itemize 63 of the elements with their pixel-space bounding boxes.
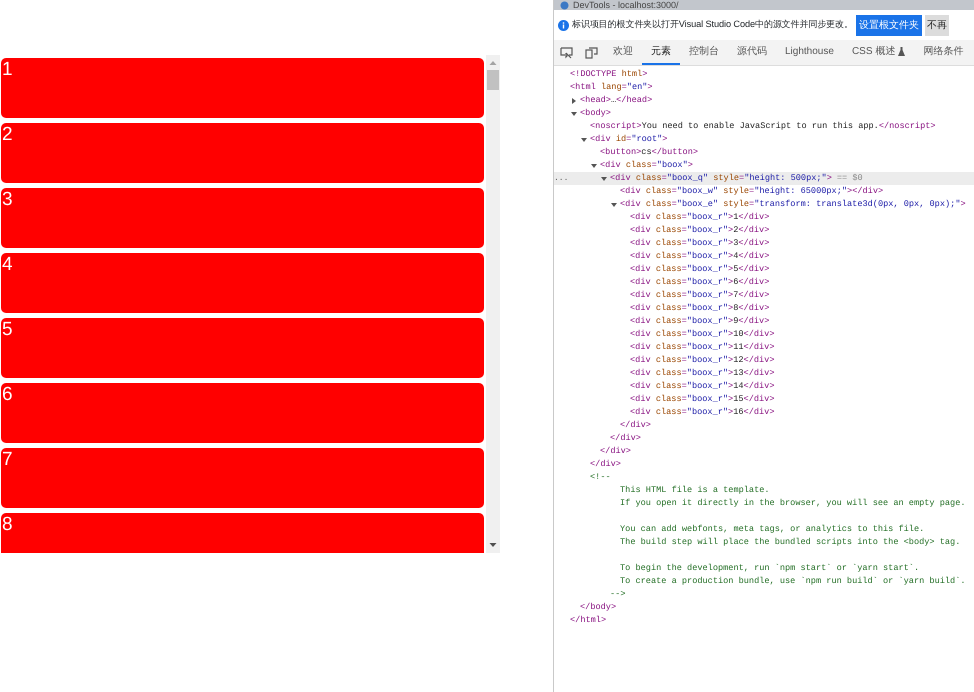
list-row: 1 (1, 58, 484, 118)
devtools-tab[interactable]: 欢迎 (604, 40, 642, 65)
code-line: <div class="boox_w" style="height: 65000px;"></div> (620, 185, 884, 198)
code-line: <!DOCTYPE html> (570, 68, 648, 81)
selected-node-marker: == $0 (836, 172, 863, 185)
code-line: <div class="boox_r">4</div> (630, 250, 770, 263)
devtools-tab[interactable]: Lighthouse (776, 40, 843, 65)
comment-line: --> (610, 588, 626, 601)
list-row: 3 (1, 188, 484, 248)
comment-line: If you open it directly in the browser, you will see an empty page. (620, 497, 966, 510)
devtools-tab[interactable]: CSS 概述 (842, 40, 914, 65)
comment-line: To create a production bundle, use `npm run build` or `yarn build`. (620, 575, 966, 588)
code-line: <div id="root"> (590, 133, 668, 146)
row-gutter-marker: ... (554, 173, 566, 185)
code-line: <div class="boox_r">7</div> (630, 289, 770, 302)
list-row: 7 (1, 448, 484, 508)
code-line: <body> (580, 107, 611, 120)
infobar-button[interactable]: 设置根文件夹 (856, 14, 922, 36)
comment-line: You can add webfonts, meta tags, or analytics to this file. (620, 523, 924, 536)
devtools-tab[interactable]: 源代码 (728, 40, 776, 65)
code-line: </div> (620, 419, 651, 432)
code-line: <div class="boox_r">8</div> (630, 302, 770, 315)
window-title: DevTools - localhost:3000/ (573, 0, 679, 10)
code-line: <div class="boox_r">9</div> (630, 315, 770, 328)
code-line: <div class="boox_r">15</div> (630, 393, 775, 406)
code-line: <div class="boox_r">12</div> (630, 354, 775, 367)
code-line: <div class="boox_r">3</div> (630, 237, 770, 250)
list-row: 5 (1, 318, 484, 378)
list-row: 6 (1, 383, 484, 443)
code-line: </html> (570, 614, 606, 627)
comment-line: <!-- (590, 471, 611, 484)
code-line: <div class="boox_r">14</div> (630, 380, 775, 393)
code-line: <div class="boox_r">10</div> (630, 328, 775, 341)
code-line: <button>cs</button> (600, 146, 698, 159)
devtools-tab[interactable]: 元素 (642, 40, 680, 65)
devtools-tab[interactable]: 网络条件 (914, 40, 972, 65)
code-line: <noscript>You need to enable JavaScript to run this app.</noscript> (590, 120, 936, 133)
comment-line: The build step will place the bundled scripts into the <body> tag. (620, 536, 960, 549)
code-line: <div class="boox"> (600, 159, 693, 172)
comment-line: To begin the development, run `npm start` or `yarn start`. (620, 562, 920, 575)
infobar-button[interactable]: 不再 (924, 14, 949, 36)
list-row: 8 (1, 513, 484, 553)
code-line: </body> (580, 601, 616, 614)
list-row: 2 (1, 123, 484, 183)
selected-row[interactable]: ... <div class="boox_q" style="height: 500px;"> == $0 (554, 172, 974, 185)
code-line: </div> (590, 458, 621, 471)
code-line: <div class="boox_r">2</div> (630, 224, 770, 237)
code-line: <div class="boox_r">13</div> (630, 367, 775, 380)
code-line: <div class="boox_r">6</div> (630, 276, 770, 289)
code-line: <div class="boox_e" style="transform: translate3d(0px, 0px, 0px);"> (620, 198, 966, 211)
code-line: <div class="boox_r">11</div> (630, 341, 775, 354)
code-line: <div class="boox_q" style="height: 500px;"> (610, 172, 832, 185)
list-row: 4 (1, 253, 484, 313)
devtools-tab[interactable]: 控制台 (680, 40, 728, 65)
code-line: <div class="boox_r">16</div> (630, 406, 775, 419)
code-line: <html lang="en"> (570, 81, 653, 94)
code-line: <head>…</head> (580, 94, 652, 107)
code-line: </div> (610, 432, 641, 445)
code-line: </div> (600, 445, 631, 458)
code-line: <div class="boox_r">1</div> (630, 211, 770, 224)
code-line: <div class="boox_r">5</div> (630, 263, 770, 276)
comment-line: This HTML file is a template. (620, 484, 770, 497)
info-message: 标识项目的根文件夹以打开Visual Studio Code中的源文件并同步更改。 (572, 18, 853, 32)
